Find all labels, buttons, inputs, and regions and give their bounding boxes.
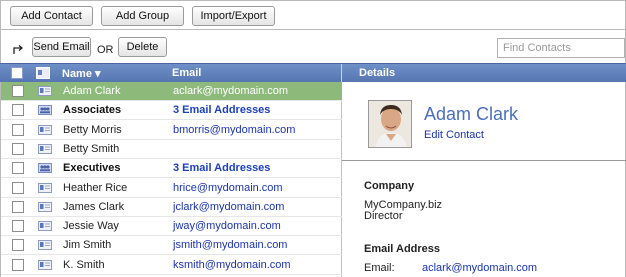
details-divider <box>342 160 626 161</box>
contact-row[interactable]: Jim Smith jsmith@mydomain.com <box>1 236 342 256</box>
row-name: K. Smith <box>63 258 105 271</box>
email-label: Email: <box>364 262 395 274</box>
row-checkbox[interactable] <box>12 104 24 117</box>
details-pane: Adam Clark Edit Contact Company MyCompan… <box>342 82 626 277</box>
row-name: Executives <box>63 162 121 175</box>
row-name: Jim Smith <box>63 239 112 252</box>
row-name: Betty Smith <box>63 142 120 155</box>
contact-row[interactable]: James Clark jclark@mydomain.com <box>1 198 342 217</box>
contact-card-icon <box>38 240 52 251</box>
group-row[interactable]: Executives 3 Email Addresses <box>1 159 342 179</box>
contact-card-icon <box>38 201 52 212</box>
row-name: Associates <box>63 104 122 117</box>
or-label: OR <box>97 44 114 56</box>
row-email[interactable]: hrice@mydomain.com <box>173 182 283 194</box>
row-email[interactable]: bmorris@mydomain.com <box>173 124 295 136</box>
contact-name-heading: Adam Clark <box>424 104 519 124</box>
contact-avatar <box>368 100 412 148</box>
contact-card-icon <box>38 86 52 96</box>
corner-arrow-icon <box>13 45 24 54</box>
email-address-link[interactable]: aclark@mydomain.com <box>422 262 537 274</box>
contact-card-icon <box>38 182 52 193</box>
edit-contact-link[interactable]: Edit Contact <box>424 129 484 141</box>
row-name: Betty Morris <box>63 123 122 136</box>
email-section-title: Email Address <box>364 243 441 255</box>
row-email[interactable]: 3 Email Addresses <box>173 104 270 116</box>
company-section-title: Company <box>364 180 415 192</box>
group-card-icon <box>38 105 52 116</box>
find-contacts-input[interactable] <box>497 38 625 58</box>
sort-by-name-header[interactable]: Name ▾ <box>62 67 101 80</box>
contact-card-icon <box>36 67 50 79</box>
contact-card-icon <box>38 124 52 135</box>
contact-card-icon <box>38 143 52 154</box>
row-checkbox[interactable] <box>12 181 24 194</box>
delete-button[interactable]: Delete <box>118 37 167 57</box>
row-checkbox[interactable] <box>12 85 24 97</box>
row-email[interactable]: aclark@mydomain.com <box>173 85 288 97</box>
add-contact-button[interactable]: Add Contact <box>10 6 93 26</box>
row-email[interactable]: jway@mydomain.com <box>173 220 281 232</box>
row-name: Heather Rice <box>63 181 128 194</box>
company-role: Director <box>364 210 403 222</box>
import-export-button[interactable]: Import/Export <box>192 6 275 26</box>
row-checkbox[interactable] <box>12 123 24 136</box>
details-header: Details <box>359 67 396 79</box>
select-all-checkbox[interactable] <box>11 67 23 79</box>
contact-card-icon <box>38 221 52 232</box>
add-group-button[interactable]: Add Group <box>101 6 184 26</box>
contact-row[interactable]: K. Smith ksmith@mydomain.com <box>1 256 342 275</box>
main-toolbar <box>0 0 626 30</box>
row-email[interactable]: jsmith@mydomain.com <box>173 239 287 251</box>
row-checkbox[interactable] <box>12 258 24 271</box>
row-email[interactable]: 3 Email Addresses <box>173 162 270 174</box>
contact-row[interactable]: Betty Smith <box>1 140 342 159</box>
contact-row[interactable]: Heather Rice hrice@mydomain.com <box>1 179 342 198</box>
list-header: Name ▾ Email Details <box>0 63 626 83</box>
header-divider <box>341 64 342 83</box>
row-checkbox[interactable] <box>12 220 24 233</box>
row-email[interactable]: jclark@mydomain.com <box>173 201 284 213</box>
row-checkbox[interactable] <box>12 239 24 252</box>
row-name: Adam Clark <box>63 85 121 97</box>
row-name: James Clark <box>63 200 125 213</box>
row-checkbox[interactable] <box>12 142 24 155</box>
group-card-icon <box>38 163 52 174</box>
row-email[interactable]: ksmith@mydomain.com <box>173 259 291 271</box>
contact-row[interactable]: Adam Clark aclark@mydomain.com <box>1 82 342 101</box>
person-photo-icon <box>369 101 411 147</box>
send-email-button[interactable]: Send Email <box>32 37 91 57</box>
row-checkbox[interactable] <box>12 200 24 213</box>
group-row[interactable]: Associates 3 Email Addresses <box>1 101 342 121</box>
email-column-header[interactable]: Email <box>172 67 201 79</box>
contact-list: Adam Clark aclark@mydomain.com Associates 3… <box>0 82 342 277</box>
contact-row[interactable]: Jessie Way jway@mydomain.com <box>1 217 342 237</box>
row-name: Jessie Way <box>63 220 119 233</box>
row-checkbox[interactable] <box>12 162 24 175</box>
contact-row[interactable]: Betty Morris bmorris@mydomain.com <box>1 121 342 140</box>
contact-card-icon <box>38 259 52 270</box>
